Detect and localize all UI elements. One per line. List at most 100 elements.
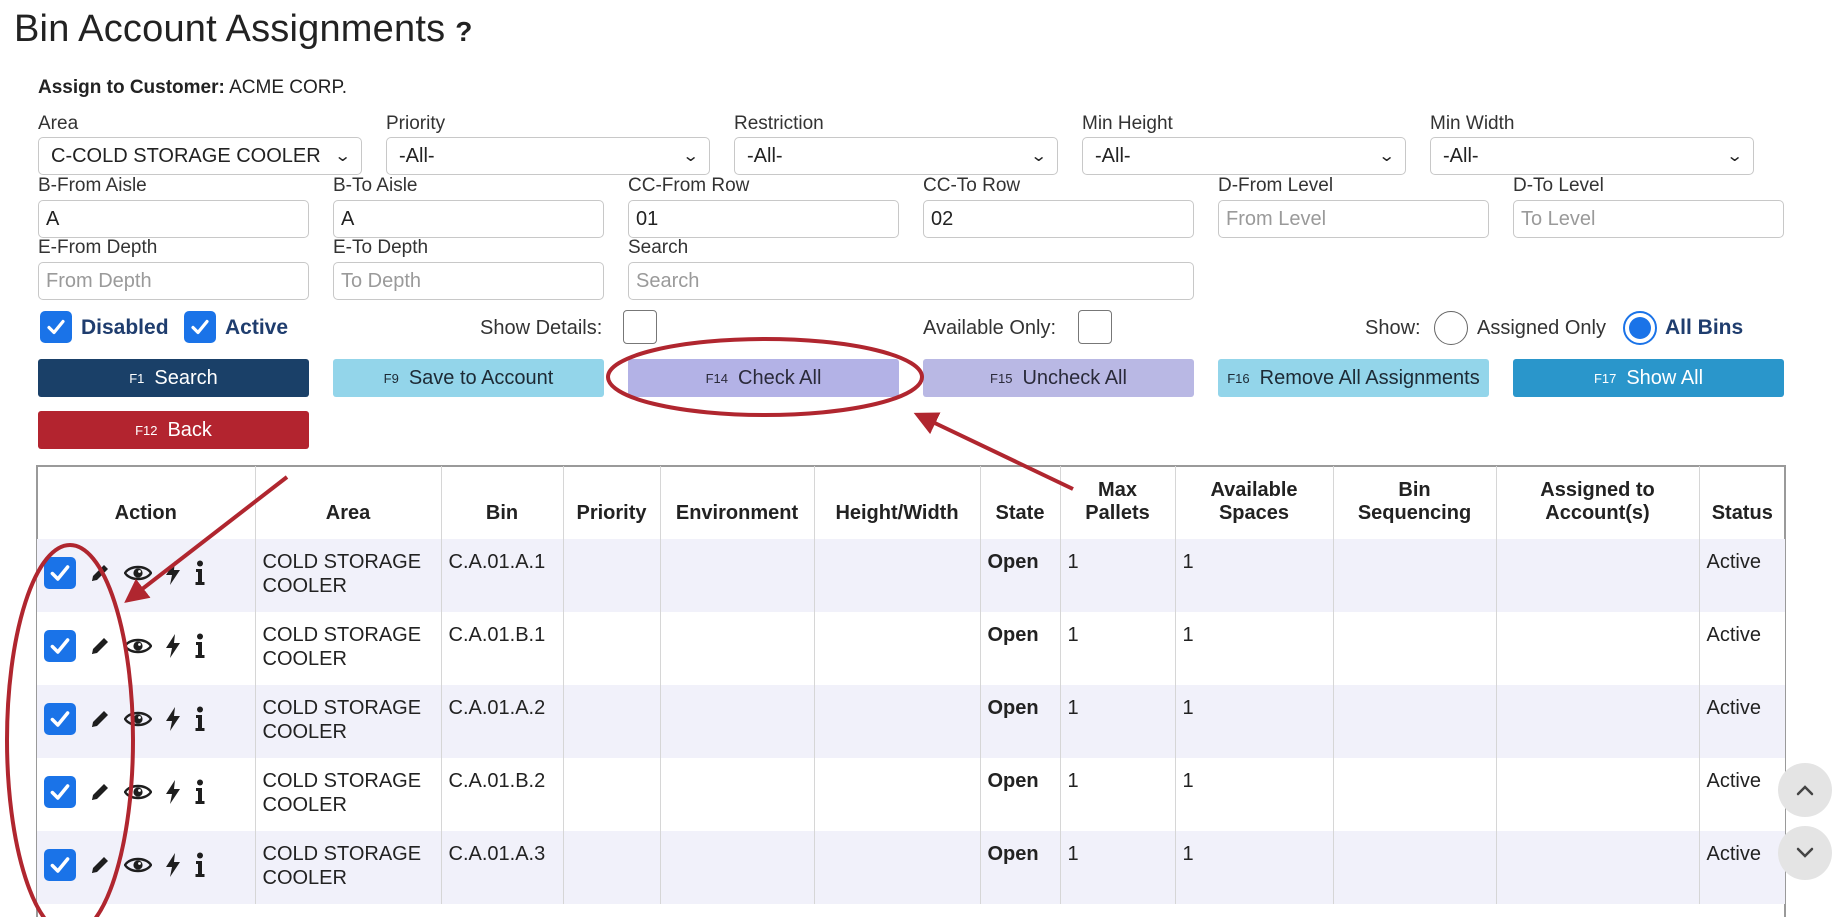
chevron-down-icon: ⌄ bbox=[333, 148, 352, 165]
row-select-checkbox[interactable] bbox=[44, 703, 76, 735]
col-header-text: Sequencing bbox=[1357, 502, 1472, 524]
row-select-checkbox[interactable] bbox=[44, 557, 76, 589]
page-title-text: Bin Account Assignments bbox=[14, 8, 446, 50]
assign-customer-value: ACME CORP. bbox=[229, 77, 347, 98]
info-icon[interactable] bbox=[194, 706, 206, 732]
available-only-checkbox[interactable] bbox=[1078, 310, 1112, 344]
area-text: COOLER bbox=[262, 648, 347, 670]
min-width-select[interactable]: -All- ⌄ bbox=[1430, 137, 1754, 175]
from-level-input[interactable]: From Level bbox=[1218, 200, 1489, 238]
scroll-up-button[interactable] bbox=[1778, 763, 1832, 817]
cell-assigned-accounts bbox=[1495, 685, 1699, 758]
cell-assigned-accounts bbox=[1495, 539, 1699, 612]
search-input[interactable]: Search bbox=[628, 262, 1194, 300]
cell-height-width bbox=[813, 539, 980, 612]
pencil-icon[interactable] bbox=[88, 561, 112, 585]
to-aisle-input[interactable]: A bbox=[333, 200, 604, 238]
search-button[interactable]: F1 Search bbox=[38, 359, 309, 397]
col-header-status[interactable]: Status bbox=[1698, 466, 1785, 539]
uncheck-all-button[interactable]: F15 Uncheck All bbox=[923, 359, 1194, 397]
row-select-checkbox[interactable] bbox=[44, 849, 76, 881]
from-aisle-input[interactable]: A bbox=[38, 200, 309, 238]
from-depth-input[interactable]: From Depth bbox=[38, 262, 309, 300]
col-header-action[interactable]: Action bbox=[37, 466, 255, 539]
assigned-only-radio[interactable] bbox=[1434, 311, 1468, 345]
restriction-select[interactable]: -All- ⌄ bbox=[734, 137, 1058, 175]
col-header-assigned[interactable]: Assigned to Account(s) bbox=[1495, 466, 1699, 539]
from-depth-label: E-From Depth bbox=[38, 237, 158, 258]
info-icon[interactable] bbox=[194, 633, 206, 659]
lightning-icon[interactable] bbox=[164, 560, 182, 586]
cell-assigned-accounts bbox=[1495, 612, 1699, 685]
disabled-checkbox[interactable] bbox=[40, 311, 72, 343]
cell-status: Active bbox=[1698, 685, 1785, 758]
cell-max-pallets: 1 bbox=[1059, 685, 1175, 758]
cell-area: COLD STORAGE COOLER bbox=[254, 831, 441, 904]
check-all-button[interactable]: F14 Check All bbox=[628, 359, 899, 397]
eye-icon[interactable] bbox=[124, 855, 152, 875]
to-level-input[interactable]: To Level bbox=[1513, 200, 1784, 238]
all-bins-label: All Bins bbox=[1665, 316, 1744, 339]
restriction-select-value: -All- bbox=[747, 144, 783, 167]
cell-status: Active bbox=[1698, 831, 1785, 904]
min-height-select[interactable]: -All- ⌄ bbox=[1082, 137, 1406, 175]
pencil-icon[interactable] bbox=[88, 707, 112, 731]
scroll-down-button[interactable] bbox=[1778, 826, 1832, 880]
info-icon[interactable] bbox=[194, 779, 206, 805]
row-select-checkbox[interactable] bbox=[44, 776, 76, 808]
col-header-state[interactable]: State bbox=[979, 466, 1060, 539]
all-bins-radio[interactable] bbox=[1623, 311, 1657, 345]
info-icon[interactable] bbox=[194, 560, 206, 586]
cell-max-pallets: 1 bbox=[1059, 612, 1175, 685]
eye-icon[interactable] bbox=[124, 709, 152, 729]
col-header-area[interactable]: Area bbox=[254, 466, 441, 539]
pencil-icon[interactable] bbox=[88, 634, 112, 658]
area-text: COOLER bbox=[262, 721, 347, 743]
pencil-icon[interactable] bbox=[88, 853, 112, 877]
to-depth-label: E-To Depth bbox=[333, 237, 429, 258]
col-header-available-spaces[interactable]: Available Spaces bbox=[1174, 466, 1333, 539]
save-to-account-button[interactable]: F9 Save to Account bbox=[333, 359, 604, 397]
to-depth-input[interactable]: To Depth bbox=[333, 262, 604, 300]
cell-priority bbox=[562, 539, 660, 612]
pencil-icon[interactable] bbox=[88, 780, 112, 804]
col-header-height-width[interactable]: Height/Width bbox=[813, 466, 980, 539]
col-header-environment[interactable]: Environment bbox=[659, 466, 814, 539]
to-row-input[interactable]: 02 bbox=[923, 200, 1194, 238]
eye-icon[interactable] bbox=[124, 636, 152, 656]
show-all-button[interactable]: F17 Show All bbox=[1513, 359, 1784, 397]
active-checkbox[interactable] bbox=[184, 311, 216, 343]
lightning-icon[interactable] bbox=[164, 633, 182, 659]
eye-icon[interactable] bbox=[124, 563, 152, 583]
back-button[interactable]: F12 Back bbox=[38, 411, 309, 449]
available-only-label: Available Only: bbox=[923, 317, 1057, 339]
show-details-checkbox[interactable] bbox=[623, 310, 657, 344]
lightning-icon[interactable] bbox=[164, 852, 182, 878]
lightning-icon[interactable] bbox=[164, 706, 182, 732]
cell-action bbox=[37, 539, 255, 612]
info-icon[interactable] bbox=[194, 852, 206, 878]
assign-customer-label: Assign to Customer: bbox=[38, 77, 225, 98]
cell-height-width bbox=[813, 612, 980, 685]
help-icon[interactable]: ? bbox=[455, 16, 472, 47]
col-header-max-pallets[interactable]: Max Pallets bbox=[1059, 466, 1175, 539]
assigned-only-label: Assigned Only bbox=[1477, 317, 1606, 339]
lightning-icon[interactable] bbox=[164, 779, 182, 805]
col-header-priority[interactable]: Priority bbox=[562, 466, 660, 539]
cell-action bbox=[37, 612, 255, 685]
remove-all-assignments-button[interactable]: F16 Remove All Assignments bbox=[1218, 359, 1489, 397]
row-select-checkbox[interactable] bbox=[44, 630, 76, 662]
col-header-bin-sequencing[interactable]: Bin Sequencing bbox=[1332, 466, 1496, 539]
from-row-input[interactable]: 01 bbox=[628, 200, 899, 238]
cell-bin-sequencing bbox=[1332, 612, 1496, 685]
cell-area: COLD STORAGE COOLER bbox=[254, 685, 441, 758]
eye-icon[interactable] bbox=[124, 782, 152, 802]
cell-status: Active bbox=[1698, 612, 1785, 685]
priority-select[interactable]: -All- ⌄ bbox=[386, 137, 710, 175]
row-actions bbox=[44, 842, 248, 881]
area-select[interactable]: C-COLD STORAGE COOLER ⌄ bbox=[38, 137, 362, 175]
area-text: COOLER bbox=[262, 794, 347, 816]
cell-height-width bbox=[813, 831, 980, 904]
col-header-bin[interactable]: Bin bbox=[440, 466, 563, 539]
cell-bin-sequencing bbox=[1332, 539, 1496, 612]
